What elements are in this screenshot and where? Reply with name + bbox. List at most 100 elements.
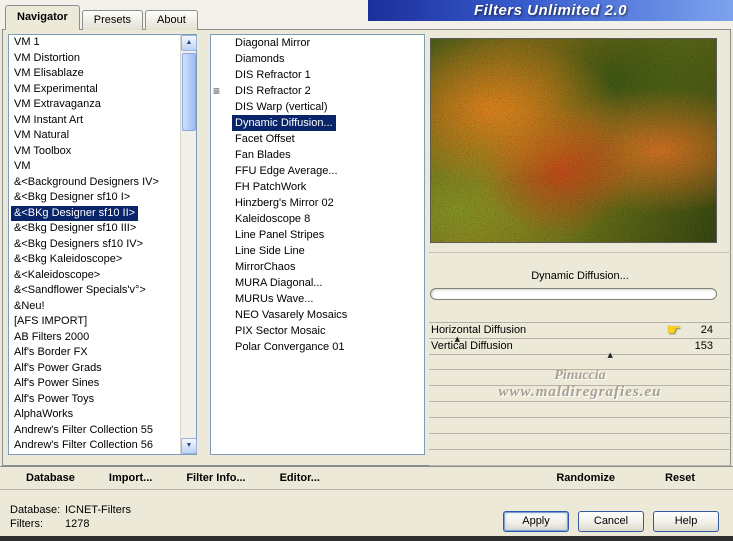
filter-item[interactable]: ≡ Line Panel Stripes (211, 227, 424, 243)
tab[interactable]: Presets (81, 10, 144, 30)
category-item[interactable]: [AFS IMPORT] (9, 314, 180, 330)
category-label: &<Kaleidoscope> (14, 268, 101, 281)
filter-item[interactable]: ≡ Polar Convergance 01 (211, 339, 424, 355)
filter-item[interactable]: ≡ MirrorChaos (211, 259, 424, 275)
category-item[interactable]: Alf's Border FX (9, 345, 180, 361)
category-label: &<Sandflower Specials'v°> (14, 284, 146, 296)
parameter-name: Horizontal Diffusion (431, 324, 527, 336)
category-item[interactable]: &<Sandflower Specials'v°> (9, 283, 180, 299)
category-item[interactable]: VM Extravaganza (9, 97, 180, 113)
toolbar: Database Import... Filter Info... Editor… (0, 466, 733, 490)
filter-item[interactable]: ≡ Hinzberg's Mirror 02 (211, 195, 424, 211)
filter-item[interactable]: ≡ DIS Refractor 1 (211, 67, 424, 83)
scrollbar-thumb[interactable] (182, 53, 196, 131)
category-item[interactable]: &<Bkg Designers sf10 IV> (9, 237, 180, 253)
category-label: VM Elisablaze (14, 67, 84, 79)
filter-label: FFU Edge Average... (235, 165, 338, 177)
action-button[interactable]: Help (653, 511, 719, 532)
category-item[interactable]: Andrew's Filter Collection 56 (9, 438, 180, 454)
category-item[interactable]: AlphaWorks (9, 407, 180, 423)
parameter-row: Horizontal Diffusion ☛ 24 ▲ (429, 320, 731, 343)
filter-item[interactable]: ≡ DIS Warp (vertical) (211, 99, 424, 115)
filter-item[interactable]: ≡ PIX Sector Mosaic (211, 323, 424, 339)
hand-pointer-icon: ☛ (666, 320, 681, 339)
filter-label: Dynamic Diffusion... (232, 115, 336, 131)
tab[interactable]: About (145, 10, 198, 30)
toolbar-button[interactable]: Randomize (556, 472, 615, 484)
category-item[interactable]: &<Bkg Designer sf10 I> (9, 190, 180, 206)
filter-label: Hinzberg's Mirror 02 (235, 197, 334, 209)
action-button[interactable]: Apply (503, 511, 569, 532)
filter-item[interactable]: ≡ Line Side Line (211, 243, 424, 259)
toolbar-button[interactable]: Database (26, 472, 75, 484)
category-item[interactable]: VM Distortion (9, 51, 180, 67)
action-button[interactable]: Cancel (578, 511, 644, 532)
watermark: Pinuccia www.maldiregrafies.eu (429, 368, 731, 401)
filter-item[interactable]: ≡ NEO Vasarely Mosaics (211, 307, 424, 323)
category-item[interactable]: &<Kaleidoscope> (9, 268, 180, 284)
noise-texture (431, 39, 716, 242)
category-item[interactable]: &<BKg Designer sf10 II> (9, 205, 180, 221)
tab[interactable]: Navigator (5, 5, 80, 30)
category-item[interactable]: VM Toolbox (9, 144, 180, 160)
filters-unlimited-window: Filters Unlimited 2.0 Navigator Presets … (0, 0, 733, 541)
category-item[interactable]: VM Experimental (9, 82, 180, 98)
filter-item[interactable]: ≡ Kaleidoscope 8 (211, 211, 424, 227)
filter-list: ≡ Diagonal Mirror ≡ Diamonds ≡ DIS Refra… (211, 35, 424, 454)
category-item[interactable]: Andrew's Filter Collection 55 (9, 423, 180, 439)
category-item[interactable]: VM (9, 159, 180, 175)
category-item[interactable]: VM Natural (9, 128, 180, 144)
category-item[interactable]: Alf's Power Grads (9, 361, 180, 377)
category-label: Alf's Border FX (14, 346, 88, 358)
toolbar-button[interactable]: Editor... (280, 472, 320, 484)
filter-item[interactable]: ≡ FFU Edge Average... (211, 163, 424, 179)
category-label: VM (14, 160, 31, 172)
scroll-up-icon[interactable]: ▲ (181, 35, 197, 51)
category-scrollbar[interactable]: ▲ ▼ (180, 35, 197, 454)
category-item[interactable]: &Neu! (9, 299, 180, 315)
toolbar-left-group: Database Import... Filter Info... Editor… (26, 472, 320, 484)
filter-label: MirrorChaos (235, 261, 296, 273)
window-bottom-edge (0, 536, 733, 541)
category-item[interactable]: &<Background Designers IV> (9, 175, 180, 191)
filter-item[interactable]: ≡ DIS Refractor 2 (211, 83, 424, 99)
filter-preview-image (430, 38, 717, 243)
toolbar-button[interactable]: Import... (109, 472, 152, 484)
category-item[interactable]: AB Filters 2000 (9, 330, 180, 346)
slider-thumb[interactable]: ▲ (455, 335, 460, 343)
filter-item[interactable]: ≡ Fan Blades (211, 147, 424, 163)
status-bar: Database: ICNET-Filters Filters: 1278 Ap… (0, 490, 733, 536)
action-button-label: Cancel (593, 515, 629, 527)
filter-item[interactable]: ≡ MURUs Wave... (211, 291, 424, 307)
category-item[interactable]: Alf's Power Sines (9, 376, 180, 392)
filter-label: FH PatchWork (235, 181, 307, 193)
category-item[interactable]: VM Instant Art (9, 113, 180, 129)
parameter-value[interactable]: 153 (695, 339, 713, 354)
parameter-grid: Horizontal Diffusion ☛ 24 ▲ Vertical Dif… (429, 320, 731, 359)
window-title: Filters Unlimited 2.0 (473, 2, 628, 19)
category-item[interactable]: VM Elisablaze (9, 66, 180, 82)
category-item[interactable]: &<Bkg Kaleidoscope> (9, 252, 180, 268)
filter-item[interactable]: ≡ Diamonds (211, 51, 424, 67)
category-item[interactable]: &<Bkg Designer sf10 III> (9, 221, 180, 237)
filter-item[interactable]: ≡ Dynamic Diffusion... (211, 115, 424, 131)
category-label: Andrew's Filter Collection 55 (14, 423, 154, 436)
category-item[interactable]: VM 1 (9, 35, 180, 51)
category-label: VM 1 (14, 36, 40, 48)
filter-item[interactable]: ≡ FH PatchWork (211, 179, 424, 195)
category-item[interactable]: Alf's Power Toys (9, 392, 180, 408)
slider-thumb[interactable]: ▲ (607, 351, 612, 359)
filter-panel: ≡ Diagonal Mirror ≡ Diamonds ≡ DIS Refra… (210, 34, 425, 455)
toolbar-button[interactable]: Filter Info... (186, 472, 245, 484)
parameter-row: Vertical Diffusion ☛ 153 ▲ (429, 339, 731, 359)
toolbar-button[interactable]: Reset (665, 472, 695, 484)
filter-item[interactable]: ≡ Facet Offset (211, 131, 424, 147)
category-label: VM Experimental (14, 82, 98, 95)
scroll-down-icon[interactable]: ▼ (181, 438, 197, 454)
tab-label: Navigator (17, 11, 68, 23)
action-button-label: Help (674, 515, 698, 527)
filter-item[interactable]: ≡ Diagonal Mirror (211, 35, 424, 51)
category-label: AB Filters 2000 (14, 330, 90, 343)
parameter-value[interactable]: 24 (701, 323, 713, 338)
filter-item[interactable]: ≡ MURA Diagonal... (211, 275, 424, 291)
